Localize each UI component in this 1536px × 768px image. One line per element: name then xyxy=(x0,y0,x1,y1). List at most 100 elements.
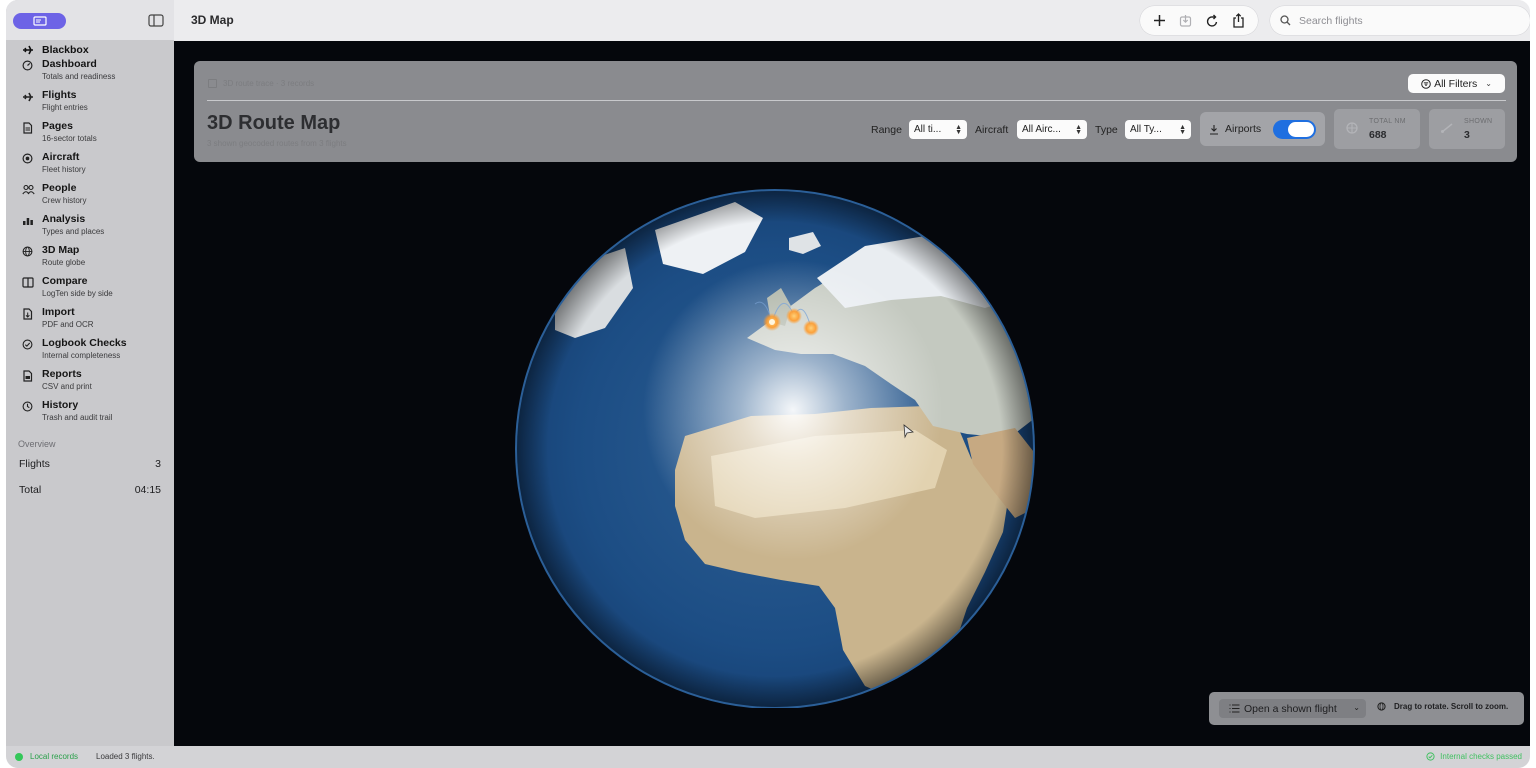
import-icon xyxy=(22,308,36,320)
search-icon xyxy=(1280,15,1291,26)
gauge-icon xyxy=(22,60,36,71)
globe-icon xyxy=(1377,702,1386,711)
sidebar-item-analysis[interactable]: Analysis Types and places xyxy=(6,213,174,244)
status-checks: Internal checks passed xyxy=(1426,752,1522,761)
sidebar-item-pages[interactable]: Pages 16-sector totals xyxy=(6,120,174,151)
sidebar-item-dashboard[interactable]: Dashboard Totals and readiness xyxy=(6,58,174,89)
open-flight-label: Open a shown flight xyxy=(1244,702,1337,715)
aircraft-select[interactable]: All Airc... ▲ ▼ xyxy=(1017,120,1087,139)
aircraft-value: All Airc... xyxy=(1022,124,1061,135)
open-flight-menu[interactable]: Open a shown flight ⌄ xyxy=(1219,699,1366,718)
stat-total-nm: TOTAL NM 688 xyxy=(1334,109,1420,149)
stepper-chevron-icon: ▲ ▼ xyxy=(1075,123,1082,136)
status-bar: Local records Loaded 3 flights. Internal… xyxy=(6,746,1530,768)
chevron-down-icon: ⌄ xyxy=(1485,79,1492,88)
sidebar-item-reports[interactable]: Reports CSV and print xyxy=(6,368,174,399)
stepper-chevron-icon: ▲ ▼ xyxy=(955,123,962,136)
sidebar-item-label: Flights xyxy=(42,89,77,101)
aircraft-circle-icon xyxy=(22,153,36,164)
stat-label: SHOWN xyxy=(1464,118,1493,125)
airport-marker[interactable] xyxy=(803,320,819,336)
map-hint: Drag to rotate. Scroll to zoom. xyxy=(1377,702,1508,711)
breadcrumb-text: 3D route trace · 3 records xyxy=(223,79,315,88)
download-icon xyxy=(1180,15,1192,27)
document-icon xyxy=(22,122,36,134)
range-select[interactable]: All ti... ▲ ▼ xyxy=(909,120,967,139)
sidebar-item-sub: PDF and OCR xyxy=(42,320,94,329)
sidebar-item-label: Aircraft xyxy=(42,151,80,163)
sidebar-toggle-button[interactable] xyxy=(148,14,164,32)
sidebar-item-sub: Types and places xyxy=(42,227,105,236)
stat-value: 688 xyxy=(1369,129,1387,141)
search-input[interactable] xyxy=(1297,13,1521,28)
sidebar-item-sub: Flight entries xyxy=(42,103,88,112)
sidebar-item-label: Analysis xyxy=(42,213,86,225)
panel-divider xyxy=(207,100,1506,101)
airport-marker[interactable] xyxy=(786,308,802,324)
map-bottom-bar: Open a shown flight ⌄ Drag to rotate. Sc… xyxy=(1209,692,1524,725)
sidebar-item-label: Pages xyxy=(42,120,73,132)
sidebar-top xyxy=(6,0,174,40)
sidebar-item-sub: Totals and readiness xyxy=(42,72,116,81)
status-checks-text: Internal checks passed xyxy=(1440,752,1522,761)
globe-rim-shade xyxy=(517,191,1033,707)
sidebar-item-label: Reports xyxy=(42,368,82,380)
sidebar-item-sub: 16-sector totals xyxy=(42,134,97,143)
globe-icon xyxy=(22,246,36,257)
toolbar: 3D Map xyxy=(174,0,1530,41)
stepper-chevron-icon: ▲ ▼ xyxy=(1179,123,1186,136)
route-globe[interactable] xyxy=(515,188,1035,708)
add-flight-button[interactable] xyxy=(1149,11,1169,31)
logbook-icon xyxy=(32,16,47,26)
sidebar: Blackbox Dashboard Totals and readiness F… xyxy=(6,0,174,746)
search-field[interactable] xyxy=(1270,6,1530,35)
airplane-icon xyxy=(22,44,36,56)
sidebar-item-sub: Fleet history xyxy=(42,165,86,174)
sidebar-item-logbook-checks[interactable]: Logbook Checks Internal completeness xyxy=(6,337,174,368)
sidebar-item-sub: Trash and audit trail xyxy=(42,413,113,422)
overview-flights[interactable]: Flights 3 xyxy=(19,458,161,472)
airports-toggle[interactable] xyxy=(1273,120,1316,139)
range-label: Range xyxy=(871,124,902,136)
sidebar-item-aircraft[interactable]: Aircraft Fleet history xyxy=(6,151,174,182)
list-icon xyxy=(1229,704,1240,713)
all-filters-button[interactable]: All Filters ⌄ xyxy=(1408,74,1505,93)
checkmark-circle-icon xyxy=(22,339,36,350)
sidebar-item-label: Compare xyxy=(42,275,88,287)
toolbar-button-group xyxy=(1140,6,1258,35)
type-value: All Ty... xyxy=(1130,124,1162,135)
sidebar-item-flights[interactable]: Flights Flight entries xyxy=(6,89,174,120)
airport-icon xyxy=(1209,124,1219,135)
sidebar-item-sub: Route globe xyxy=(42,258,86,267)
sidebar-item-label: Logbook Checks xyxy=(42,337,127,349)
status-local: Local records xyxy=(30,752,79,761)
sidebar-nav: Blackbox Dashboard Totals and readiness F… xyxy=(6,42,174,430)
all-filters-label: All Filters xyxy=(1434,77,1478,90)
sidebar-item-3d-map[interactable]: 3D Map Route globe xyxy=(6,244,174,275)
type-select[interactable]: All Ty... ▲ ▼ xyxy=(1125,120,1191,139)
route-icon xyxy=(1440,121,1454,135)
sidebar-item-compare[interactable]: Compare LogTen side by side xyxy=(6,275,174,306)
app-name: Blackbox xyxy=(42,44,89,56)
range-value: All ti... xyxy=(914,124,942,135)
status-loaded: Loaded 3 flights. xyxy=(96,752,155,761)
report-icon xyxy=(22,370,36,382)
airplane-icon xyxy=(22,91,36,103)
chart-icon xyxy=(22,215,36,226)
overview-total[interactable]: Total 04:15 xyxy=(19,484,161,498)
refresh-button[interactable] xyxy=(1202,11,1222,31)
download-button[interactable] xyxy=(1176,11,1196,31)
chevron-down-icon: ⌄ xyxy=(1353,703,1360,712)
share-button[interactable] xyxy=(1229,11,1249,31)
map-view[interactable]: 3D route trace · 3 records All Filters ⌄… xyxy=(174,41,1530,746)
map-title: 3D Route Map xyxy=(207,112,341,134)
sidebar-item-people[interactable]: People Crew history xyxy=(6,182,174,213)
refresh-icon xyxy=(1206,14,1217,27)
sidebar-item-history[interactable]: History Trash and audit trail xyxy=(6,399,174,430)
logbook-mode-button[interactable] xyxy=(13,13,66,29)
sidebar-item-label: History xyxy=(42,399,79,411)
airports-label: Airports xyxy=(1225,123,1262,135)
sidebar-item-import[interactable]: Import PDF and OCR xyxy=(6,306,174,337)
breadcrumb: 3D route trace · 3 records xyxy=(208,79,314,88)
overview-total-value: 04:15 xyxy=(134,484,161,496)
